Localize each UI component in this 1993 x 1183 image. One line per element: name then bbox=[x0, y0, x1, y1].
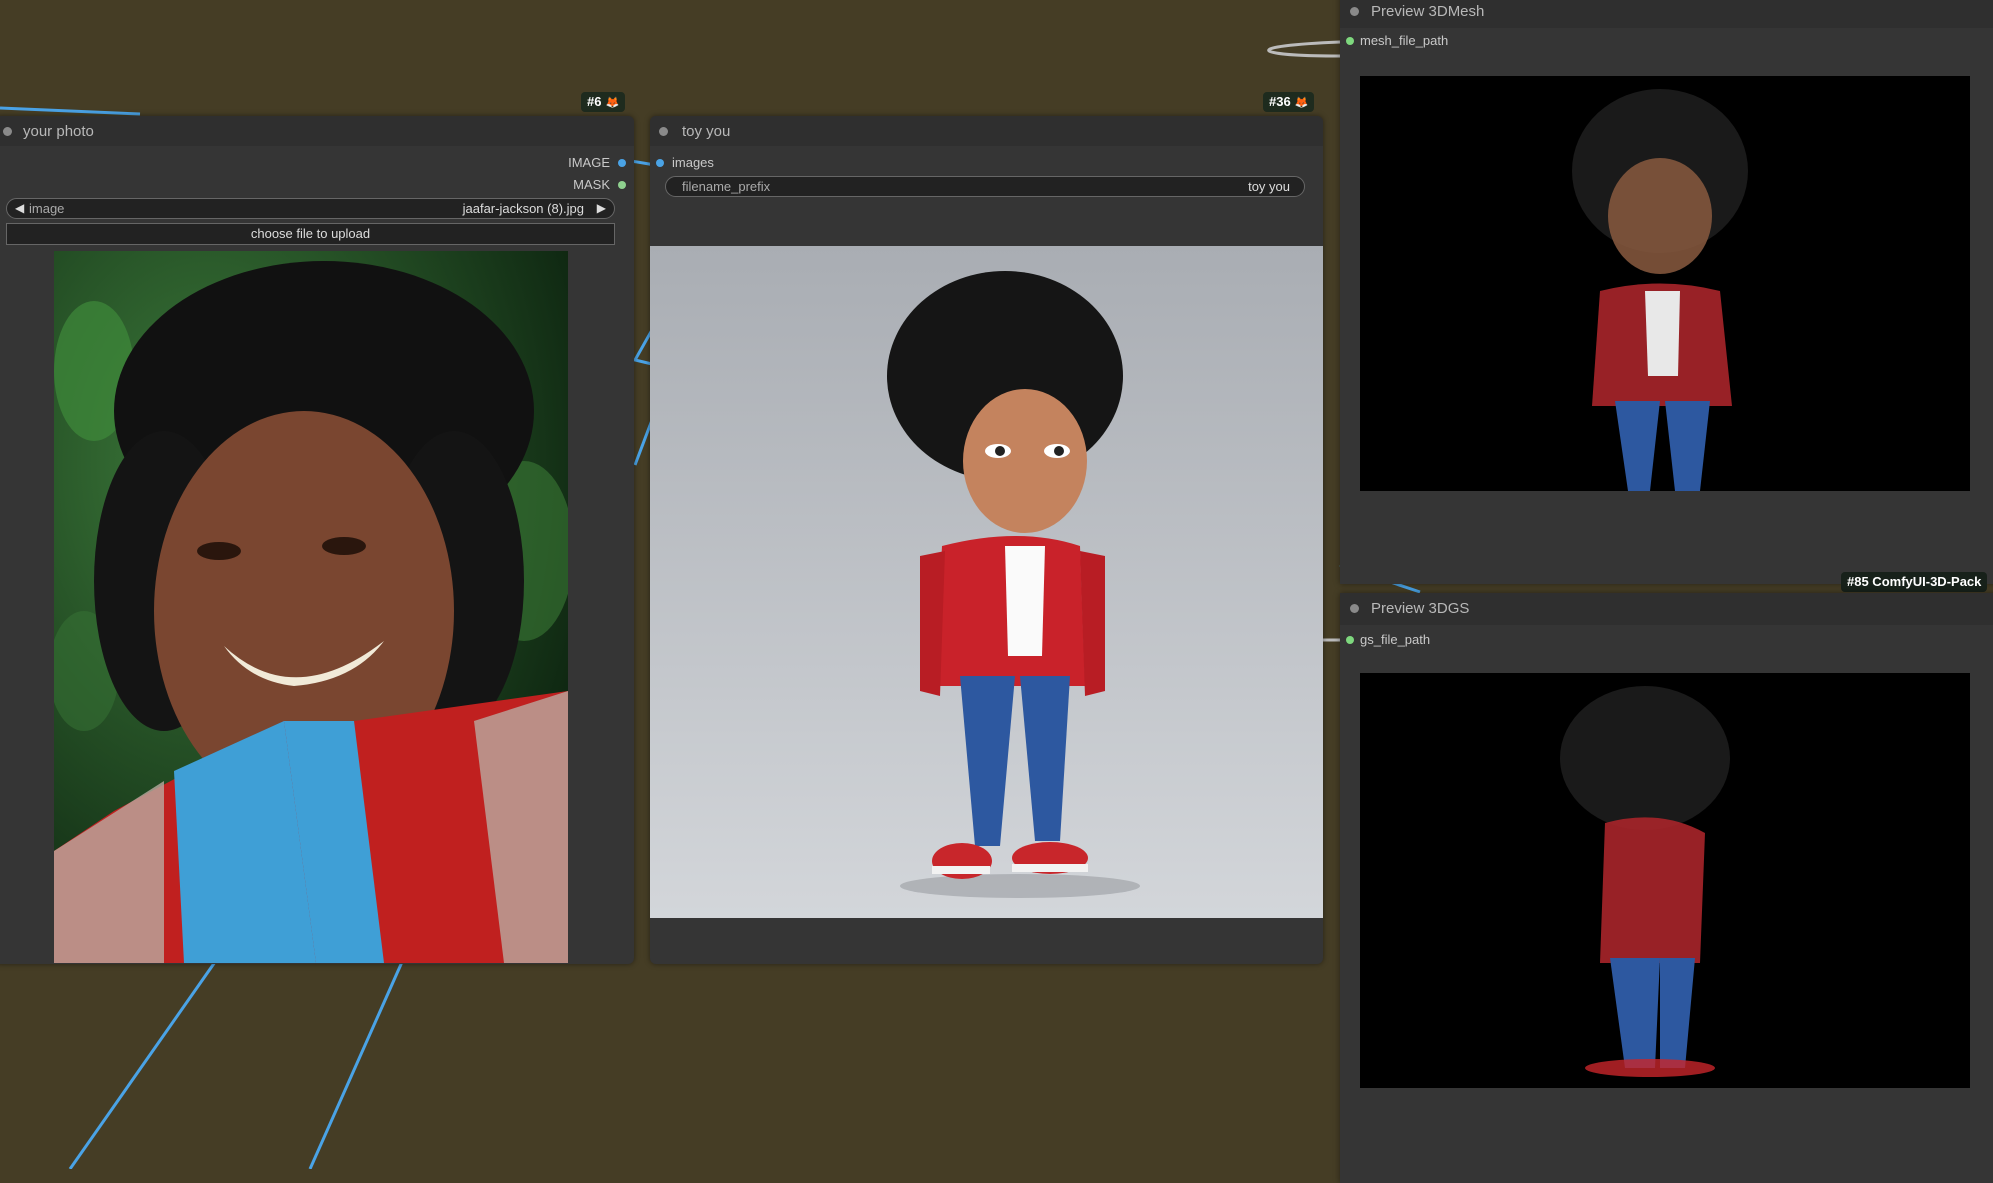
output-label-image: IMAGE bbox=[568, 155, 610, 170]
node-id: #6 bbox=[587, 94, 602, 109]
node-id-badge: #6 🦊 bbox=[581, 92, 626, 112]
node-preview-3dmesh[interactable]: Preview 3DMesh mesh_file_path bbox=[1340, 0, 1993, 584]
image-combo-widget[interactable]: ◀ image jaafar-jackson (8).jpg ▶ bbox=[6, 198, 615, 219]
3d-viewport[interactable] bbox=[1360, 673, 1970, 1088]
widget-value: jaafar-jackson (8).jpg bbox=[462, 201, 584, 216]
node-title: your photo bbox=[23, 123, 94, 140]
input-slot-gs-file-path[interactable] bbox=[1346, 636, 1354, 644]
node-load-image[interactable]: your photo IMAGE MASK ◀ image jaafar-jac… bbox=[0, 116, 634, 964]
node-title: Preview 3DMesh bbox=[1371, 3, 1485, 20]
input-label-gs-file-path: gs_file_path bbox=[1360, 632, 1431, 647]
collapse-dot-icon[interactable] bbox=[3, 127, 12, 136]
node-badge: #85 ComfyUI-3D-Pack bbox=[1841, 572, 1988, 592]
widget-label: filename_prefix bbox=[682, 179, 771, 194]
upload-button[interactable]: choose file to upload bbox=[6, 223, 615, 245]
node-title-bar[interactable]: your photo bbox=[0, 116, 634, 146]
widget-value: toy you bbox=[1248, 179, 1290, 194]
input-label-mesh-file-path: mesh_file_path bbox=[1360, 33, 1449, 48]
filename-prefix-widget[interactable]: filename_prefix toy you bbox=[665, 176, 1305, 197]
3d-viewport[interactable] bbox=[1360, 76, 1970, 491]
link-wire bbox=[1267, 40, 1341, 58]
link-wire bbox=[308, 961, 404, 1169]
node-title-bar[interactable]: Preview 3DGS bbox=[1340, 593, 1993, 625]
input-slot-images[interactable] bbox=[656, 159, 664, 167]
output-slot-image[interactable] bbox=[618, 159, 626, 167]
node-save-image[interactable]: toy you images filename_prefix toy you bbox=[650, 116, 1323, 964]
node-title-bar[interactable]: toy you bbox=[650, 116, 1323, 146]
link-wire bbox=[0, 106, 141, 116]
input-slot-mesh-file-path[interactable] bbox=[1346, 37, 1354, 45]
fox-icon: 🦊 bbox=[605, 97, 620, 109]
node-title: toy you bbox=[682, 123, 731, 140]
collapse-dot-icon[interactable] bbox=[659, 127, 668, 136]
node-id-badge: #36 🦊 bbox=[1263, 92, 1315, 112]
node-id: #36 bbox=[1269, 94, 1291, 109]
input-label-images: images bbox=[672, 155, 714, 170]
arrow-right-icon[interactable]: ▶ bbox=[597, 201, 606, 215]
node-preview-3dgs[interactable]: Preview 3DGS gs_file_path bbox=[1340, 593, 1993, 1183]
arrow-left-icon[interactable]: ◀ bbox=[15, 201, 24, 215]
fox-icon: 🦊 bbox=[1294, 97, 1309, 109]
link-wire bbox=[68, 961, 217, 1169]
collapse-dot-icon[interactable] bbox=[1350, 604, 1359, 613]
output-label-mask: MASK bbox=[573, 177, 610, 192]
collapse-dot-icon[interactable] bbox=[1350, 7, 1359, 16]
node-title-bar[interactable]: Preview 3DMesh bbox=[1340, 0, 1993, 28]
preview-image bbox=[650, 246, 1323, 918]
node-title: Preview 3DGS bbox=[1371, 600, 1470, 617]
preview-image bbox=[54, 251, 568, 963]
widget-label: image bbox=[29, 201, 65, 216]
output-slot-mask[interactable] bbox=[618, 181, 626, 189]
